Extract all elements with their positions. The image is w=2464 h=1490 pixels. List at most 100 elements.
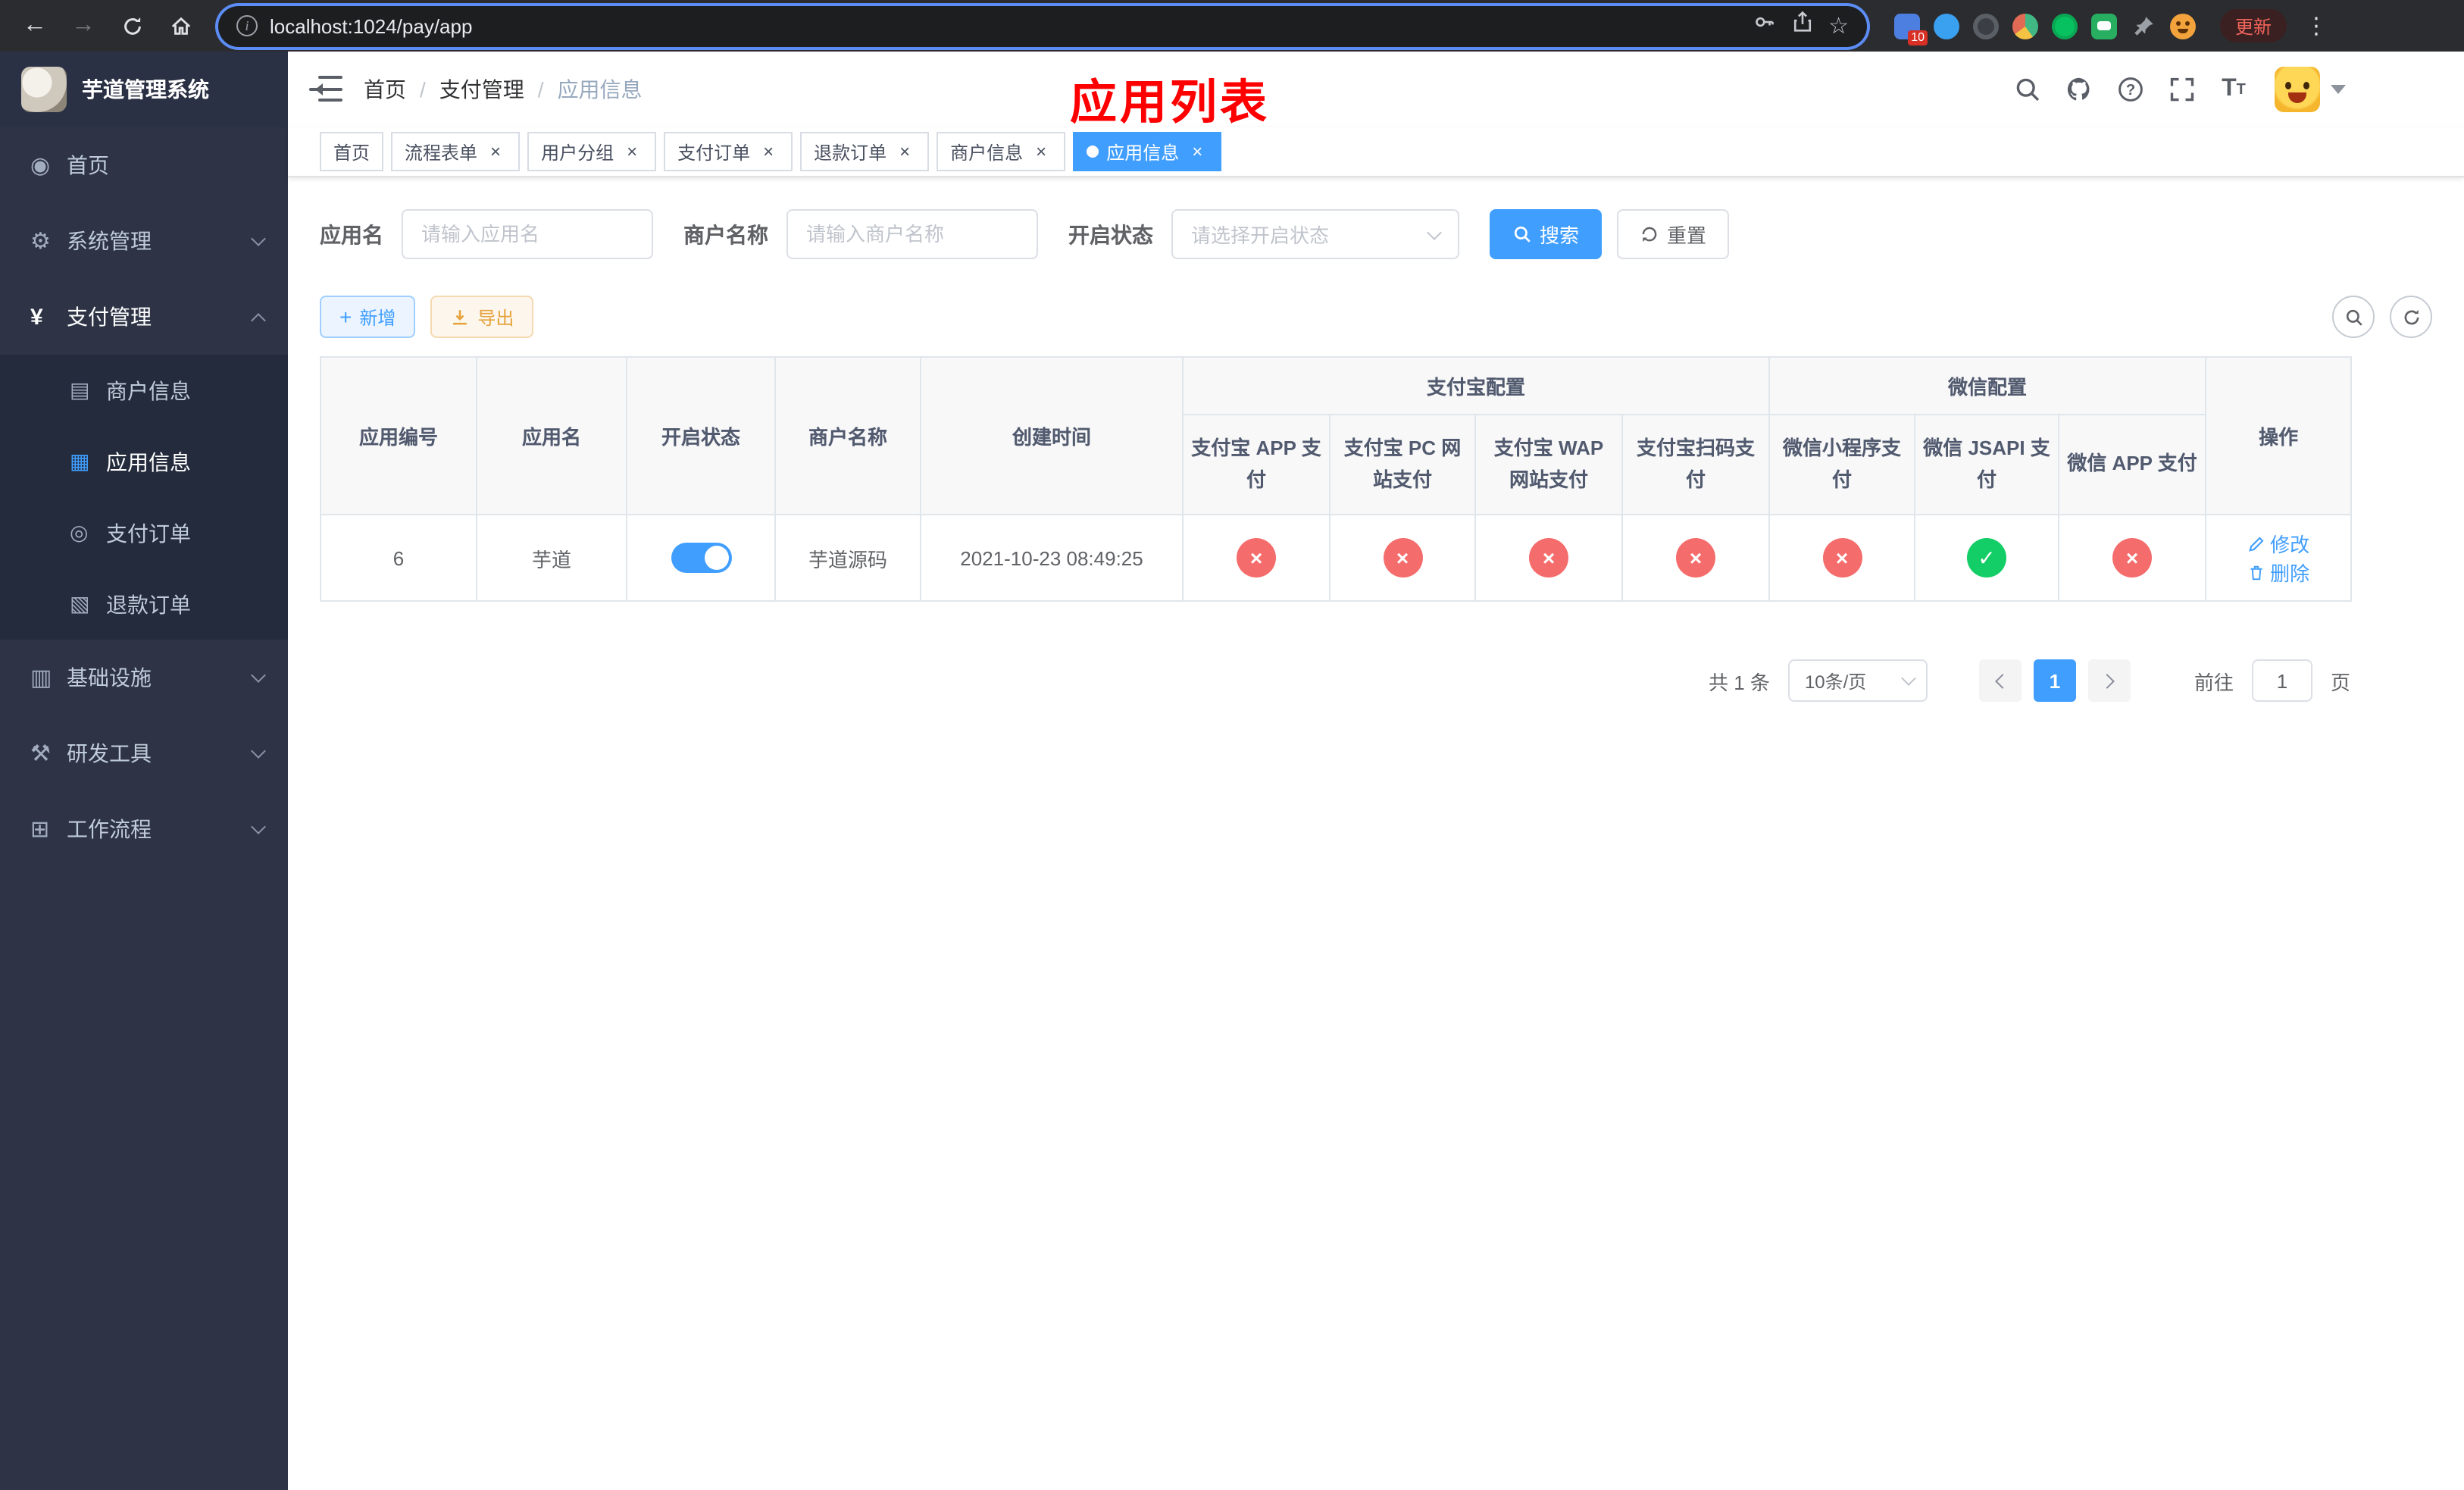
share-icon[interactable] bbox=[1790, 11, 1813, 41]
github-icon[interactable] bbox=[2056, 67, 2102, 112]
tags-view-bar: 首页 流程表单 × 用户分组 × 支付订单 × 退款订单 × 商户信息 × 应用… bbox=[288, 127, 2464, 177]
prev-page-button[interactable] bbox=[1978, 659, 2022, 702]
chrome-update-button[interactable]: 更新 bbox=[2220, 9, 2287, 42]
browser-menu-kebab-icon[interactable]: ⋮ bbox=[2299, 12, 2334, 39]
tab-label: 退款订单 bbox=[814, 142, 887, 163]
edit-link-label: 修改 bbox=[2270, 534, 2310, 556]
tab-refund-order[interactable]: 退款订单 × bbox=[800, 132, 930, 171]
page-size-select[interactable]: 10条/页 bbox=[1787, 659, 1928, 702]
extension-grid-icon[interactable]: 10 bbox=[1894, 13, 1928, 45]
merchant-name-input[interactable] bbox=[786, 209, 1038, 259]
breadcrumb-separator: / bbox=[420, 77, 426, 102]
sidebar-item-app-info[interactable]: ▦ 应用信息 bbox=[0, 426, 288, 497]
col-alipay-app: 支付宝 APP 支付 bbox=[1182, 414, 1330, 515]
status-toggle[interactable] bbox=[671, 543, 731, 573]
delete-link[interactable]: 删除 bbox=[2247, 558, 2309, 587]
pinned-extension-pin-icon[interactable] bbox=[2131, 13, 2156, 39]
close-icon[interactable]: × bbox=[485, 141, 506, 162]
fullscreen-icon[interactable] bbox=[2159, 67, 2205, 112]
tab-app-info[interactable]: 应用信息 × bbox=[1073, 132, 1222, 171]
extension-wechat-icon[interactable] bbox=[2052, 13, 2078, 39]
filter-form: 应用名 商户名称 开启状态 请选择开启状态 搜索 重置 bbox=[320, 209, 2432, 259]
search-button-label: 搜索 bbox=[1540, 224, 1580, 247]
sidebar-item-pay-order[interactable]: ◎ 支付订单 bbox=[0, 497, 288, 568]
font-size-icon[interactable]: TT bbox=[2211, 67, 2256, 112]
col-wechat-app: 微信 APP 支付 bbox=[2058, 414, 2207, 515]
next-page-button[interactable] bbox=[2087, 659, 2131, 702]
tab-label: 支付订单 bbox=[677, 142, 751, 163]
chevron-down-icon bbox=[1427, 224, 1442, 239]
navbar-right-menu: ? TT bbox=[2005, 67, 2443, 112]
reload-icon[interactable] bbox=[112, 6, 152, 45]
sidebar-collapse-icon[interactable] bbox=[309, 76, 342, 103]
col-group-alipay: 支付宝配置 bbox=[1181, 356, 1771, 415]
export-button[interactable]: 导出 bbox=[430, 296, 534, 338]
tab-merchant-info[interactable]: 商户信息 × bbox=[937, 132, 1066, 171]
search-button[interactable]: 搜索 bbox=[1490, 209, 1603, 259]
app-logo-row[interactable]: 芋道管理系统 bbox=[0, 52, 288, 127]
cell-wechat-app: × bbox=[2058, 514, 2207, 602]
site-info-icon[interactable]: i bbox=[236, 15, 258, 36]
close-icon[interactable]: × bbox=[1187, 141, 1208, 162]
add-button[interactable]: + 新增 bbox=[320, 296, 416, 338]
sidebar-item-refund-order[interactable]: ▧ 退款订单 bbox=[0, 568, 288, 640]
search-icon[interactable] bbox=[2005, 67, 2050, 112]
yen-icon: ¥ bbox=[30, 304, 43, 330]
chevron-down-icon bbox=[251, 819, 266, 834]
breadcrumb-current: 应用信息 bbox=[557, 77, 643, 102]
col-status: 开启状态 bbox=[626, 356, 776, 515]
tab-pay-order[interactable]: 支付订单 × bbox=[664, 132, 793, 171]
sidebar-item-label: 基础设施 bbox=[67, 665, 152, 690]
url-text[interactable]: localhost:1024/pay/app bbox=[270, 14, 1740, 37]
sidebar-item-label: 支付订单 bbox=[106, 521, 191, 545]
col-alipay-qr: 支付宝扫码支付 bbox=[1621, 414, 1771, 515]
sidebar-item-devtools[interactable]: ⚒ 研发工具 bbox=[0, 715, 288, 791]
extension-colorful-icon[interactable] bbox=[2012, 13, 2038, 39]
back-icon[interactable]: ← bbox=[15, 6, 55, 45]
extension-dark-icon[interactable] bbox=[1973, 13, 1999, 39]
cell-app-id: 6 bbox=[320, 514, 477, 602]
payment-submenu: ▤ 商户信息 ▦ 应用信息 ◎ 支付订单 ▧ 退款订单 bbox=[0, 355, 288, 640]
pagination: 共 1 条 10条/页 1 前往 页 bbox=[320, 659, 2350, 702]
status-select[interactable]: 请选择开启状态 bbox=[1171, 209, 1459, 259]
sidebar-item-infra[interactable]: ▥ 基础设施 bbox=[0, 640, 288, 715]
tab-user-group[interactable]: 用户分组 × bbox=[527, 132, 657, 171]
page-number-1[interactable]: 1 bbox=[2033, 659, 2076, 702]
sidebar-item-payment[interactable]: ¥ 支付管理 bbox=[0, 279, 288, 355]
breadcrumb-home[interactable]: 首页 bbox=[364, 74, 406, 105]
extension-face-icon[interactable] bbox=[2170, 13, 2196, 39]
sidebar-item-system[interactable]: ⚙ 系统管理 bbox=[0, 203, 288, 279]
close-icon[interactable]: × bbox=[758, 141, 779, 162]
forward-icon[interactable]: → bbox=[64, 6, 103, 45]
sidebar-item-label: 商户信息 bbox=[106, 378, 191, 402]
user-avatar-dropdown[interactable] bbox=[2275, 67, 2346, 112]
edit-link[interactable]: 修改 bbox=[2247, 529, 2309, 558]
reset-button[interactable]: 重置 bbox=[1617, 209, 1730, 259]
address-bar[interactable]: i localhost:1024/pay/app ☆ bbox=[218, 5, 1867, 46]
app-name-input[interactable] bbox=[402, 209, 653, 259]
password-key-icon[interactable] bbox=[1753, 11, 1775, 41]
breadcrumb: 首页 / 支付管理 / 应用信息 bbox=[364, 74, 643, 105]
home-icon[interactable] bbox=[161, 6, 200, 45]
close-icon[interactable]: × bbox=[621, 141, 643, 162]
chevron-down-icon bbox=[251, 668, 266, 683]
refresh-button[interactable] bbox=[2390, 296, 2432, 338]
help-question-icon[interactable]: ? bbox=[2108, 67, 2153, 112]
col-app-id: 应用编号 bbox=[320, 356, 477, 515]
extensions-area: 10 bbox=[1894, 13, 2196, 45]
bookmark-star-icon[interactable]: ☆ bbox=[1828, 12, 1849, 39]
close-icon[interactable]: × bbox=[1030, 141, 1052, 162]
goto-page-input[interactable] bbox=[2251, 659, 2312, 702]
tab-process-form[interactable]: 流程表单 × bbox=[391, 132, 521, 171]
col-actions: 操作 bbox=[2205, 356, 2353, 515]
extension-droplet-icon[interactable] bbox=[1934, 13, 1959, 39]
sidebar-item-home[interactable]: ◉ 首页 bbox=[0, 127, 288, 203]
sidebar-item-workflow[interactable]: ⊞ 工作流程 bbox=[0, 791, 288, 867]
sidebar-item-merchant-info[interactable]: ▤ 商户信息 bbox=[0, 355, 288, 426]
tab-home[interactable]: 首页 bbox=[320, 132, 384, 171]
breadcrumb-payment[interactable]: 支付管理 bbox=[439, 74, 524, 105]
toolbar-right bbox=[2332, 296, 2432, 338]
extension-chat-icon[interactable] bbox=[2091, 13, 2117, 39]
toggle-search-button[interactable] bbox=[2332, 296, 2375, 338]
close-icon[interactable]: × bbox=[894, 141, 915, 162]
